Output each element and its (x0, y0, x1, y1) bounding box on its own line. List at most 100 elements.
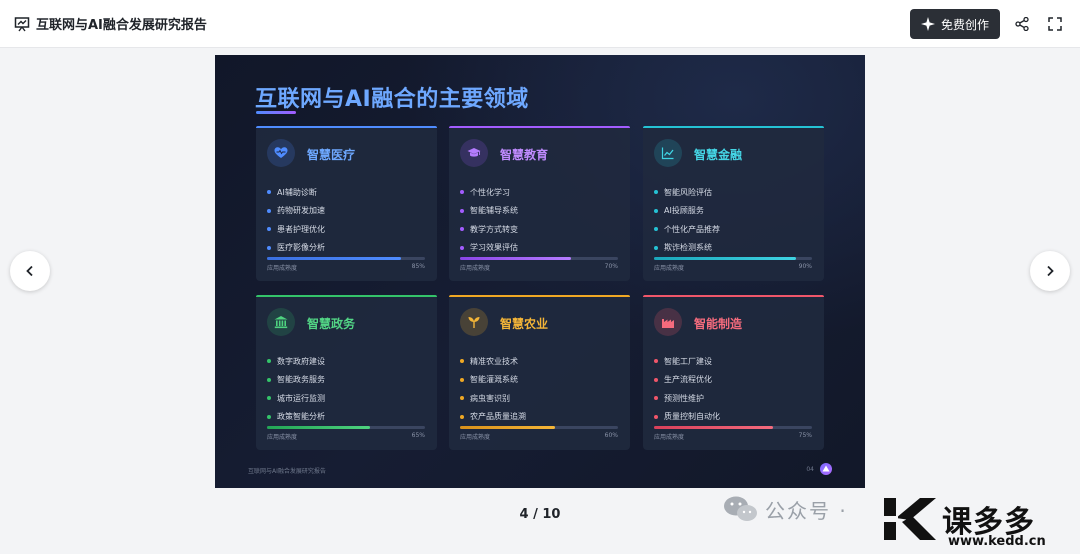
document-title: 互联网与AI融合发展研究报告 (36, 18, 207, 33)
list-item-text: 智能风险评估 (664, 187, 712, 197)
card-icon-circle (460, 139, 488, 167)
slide: 互联网与AI融合的主要领域 智慧医疗 AI辅助诊断 药物研发加速 患者护理优化 … (215, 55, 865, 488)
chevron-left-icon (26, 265, 33, 277)
card-list: 精准农业技术 智能灌溉系统 病虫害识别 农产品质量追溯 (460, 352, 526, 426)
maturity-value: 65% (411, 432, 425, 439)
card-title: 智慧教育 (500, 148, 549, 162)
card-smart-government: 智慧政务 数字政府建设 智能政务服务 城市运行监测 政策智能分析 应用成熟度 6… (256, 295, 437, 450)
list-item-text: 农产品质量追溯 (470, 412, 526, 422)
maturity-fill (654, 426, 773, 429)
card-smart-manufacturing: 智能制造 智能工厂建设 生产流程优化 预测性维护 质量控制自动化 应用成熟度 7… (643, 295, 824, 450)
list-item-text: 数字政府建设 (277, 356, 325, 366)
bullet-dot (654, 190, 658, 195)
share-icon (1015, 17, 1029, 31)
card-list: AI辅助诊断 药物研发加速 患者护理优化 医疗影像分析 (267, 183, 325, 257)
previous-slide-button[interactable] (10, 251, 50, 291)
list-item-text: 药物研发加速 (277, 206, 325, 216)
slide-page-number: 04 (806, 463, 832, 475)
fullscreen-button[interactable] (1044, 13, 1066, 35)
list-item-text: 患者护理优化 (277, 224, 325, 234)
title-area: 互联网与AI融合发展研究报告 (14, 14, 207, 33)
card-title: 智慧农业 (500, 317, 549, 331)
card-smart-agriculture: 智慧农业 精准农业技术 智能灌溉系统 病虫害识别 农产品质量追溯 应用成熟度 6… (449, 295, 630, 450)
bullet-dot (267, 359, 271, 364)
list-item-text: 教学方式转变 (470, 224, 518, 234)
maturity-track (267, 257, 425, 260)
card-top-line (449, 295, 630, 297)
card-icon-circle (654, 308, 682, 336)
bullet-dot (460, 414, 464, 419)
share-button[interactable] (1011, 13, 1033, 35)
brand-k-logo-icon (880, 498, 936, 540)
list-item-text: 质量控制自动化 (664, 412, 720, 422)
bullet-dot (267, 245, 271, 250)
list-item: AI投顾服务 (654, 202, 720, 221)
list-item: 患者护理优化 (267, 220, 325, 239)
list-item: 药物研发加速 (267, 202, 325, 221)
slide-title: 互联网与AI融合的主要领域 (255, 87, 529, 112)
maturity-value: 60% (604, 432, 618, 439)
bullet-dot (654, 359, 658, 364)
free-create-button[interactable]: 免费创作 (909, 9, 1000, 39)
card-list: 智能风险评估 AI投顾服务 个性化产品推荐 欺诈检测系统 (654, 183, 720, 257)
maturity-fill (267, 257, 402, 260)
landmark-icon (274, 316, 288, 329)
card-title: 智慧金融 (694, 148, 743, 162)
bullet-dot (267, 227, 271, 232)
list-item: 智能工厂建设 (654, 352, 720, 371)
card-icon-circle (654, 139, 682, 167)
card-top-line (256, 295, 437, 297)
card-smart-finance: 智慧金融 智能风险评估 AI投顾服务 个性化产品推荐 欺诈检测系统 应用成熟度 … (643, 126, 824, 281)
list-item-text: 智能政务服务 (277, 375, 325, 385)
card-icon-circle (267, 139, 295, 167)
card-top-line (643, 295, 824, 297)
bullet-dot (654, 208, 658, 213)
list-item-text: 欺诈检测系统 (664, 243, 712, 253)
list-item: 农产品质量追溯 (460, 408, 526, 427)
bullet-dot (267, 377, 271, 382)
title-underline (256, 111, 296, 114)
free-create-label: 免费创作 (940, 17, 989, 32)
list-item-text: 精准农业技术 (470, 356, 518, 366)
presentation-chart-icon (14, 16, 30, 31)
seedling-icon (468, 317, 480, 328)
fullscreen-icon (1048, 17, 1062, 31)
bullet-dot (654, 414, 658, 419)
next-slide-button[interactable] (1030, 251, 1070, 291)
bullet-dot (654, 227, 658, 232)
list-item: 生产流程优化 (654, 371, 720, 390)
list-item: 医疗影像分析 (267, 239, 325, 258)
maturity-label: 应用成熟度 (267, 434, 298, 441)
list-item: 政策智能分析 (267, 408, 325, 427)
list-item: 个性化学习 (460, 183, 518, 202)
list-item-text: AI辅助诊断 (277, 187, 317, 197)
card-top-line (643, 126, 824, 128)
maturity-label: 应用成熟度 (460, 265, 491, 272)
list-item: AI辅助诊断 (267, 183, 325, 202)
heart-icon (274, 147, 288, 158)
list-item-text: 个性化学习 (470, 187, 510, 197)
maturity-fill (267, 426, 370, 429)
bullet-dot (654, 245, 658, 250)
maturity-track (460, 257, 618, 260)
list-item: 精准农业技术 (460, 352, 526, 371)
maturity-fill (460, 257, 571, 260)
maturity-value: 85% (411, 263, 425, 270)
list-item-text: 学习效果评估 (470, 243, 518, 253)
list-item-text: 智能灌溉系统 (470, 375, 518, 385)
card-icon-circle (267, 308, 295, 336)
bullet-dot (460, 208, 464, 213)
list-item: 智能辅导系统 (460, 202, 518, 221)
list-item-text: 政策智能分析 (277, 412, 325, 422)
card-smart-education: 智慧教育 个性化学习 智能辅导系统 教学方式转变 学习效果评估 应用成熟度 70… (449, 126, 630, 281)
list-item-text: 个性化产品推荐 (664, 224, 720, 234)
card-top-line (256, 126, 437, 128)
bullet-dot (460, 396, 464, 401)
wechat-icon (724, 496, 757, 521)
chevron-right-icon (1047, 265, 1054, 277)
list-item: 城市运行监测 (267, 389, 325, 408)
maturity-label: 应用成熟度 (460, 434, 491, 441)
list-item-text: 生产流程优化 (664, 375, 712, 385)
card-top-line (449, 126, 630, 128)
maturity-value: 75% (798, 432, 812, 439)
